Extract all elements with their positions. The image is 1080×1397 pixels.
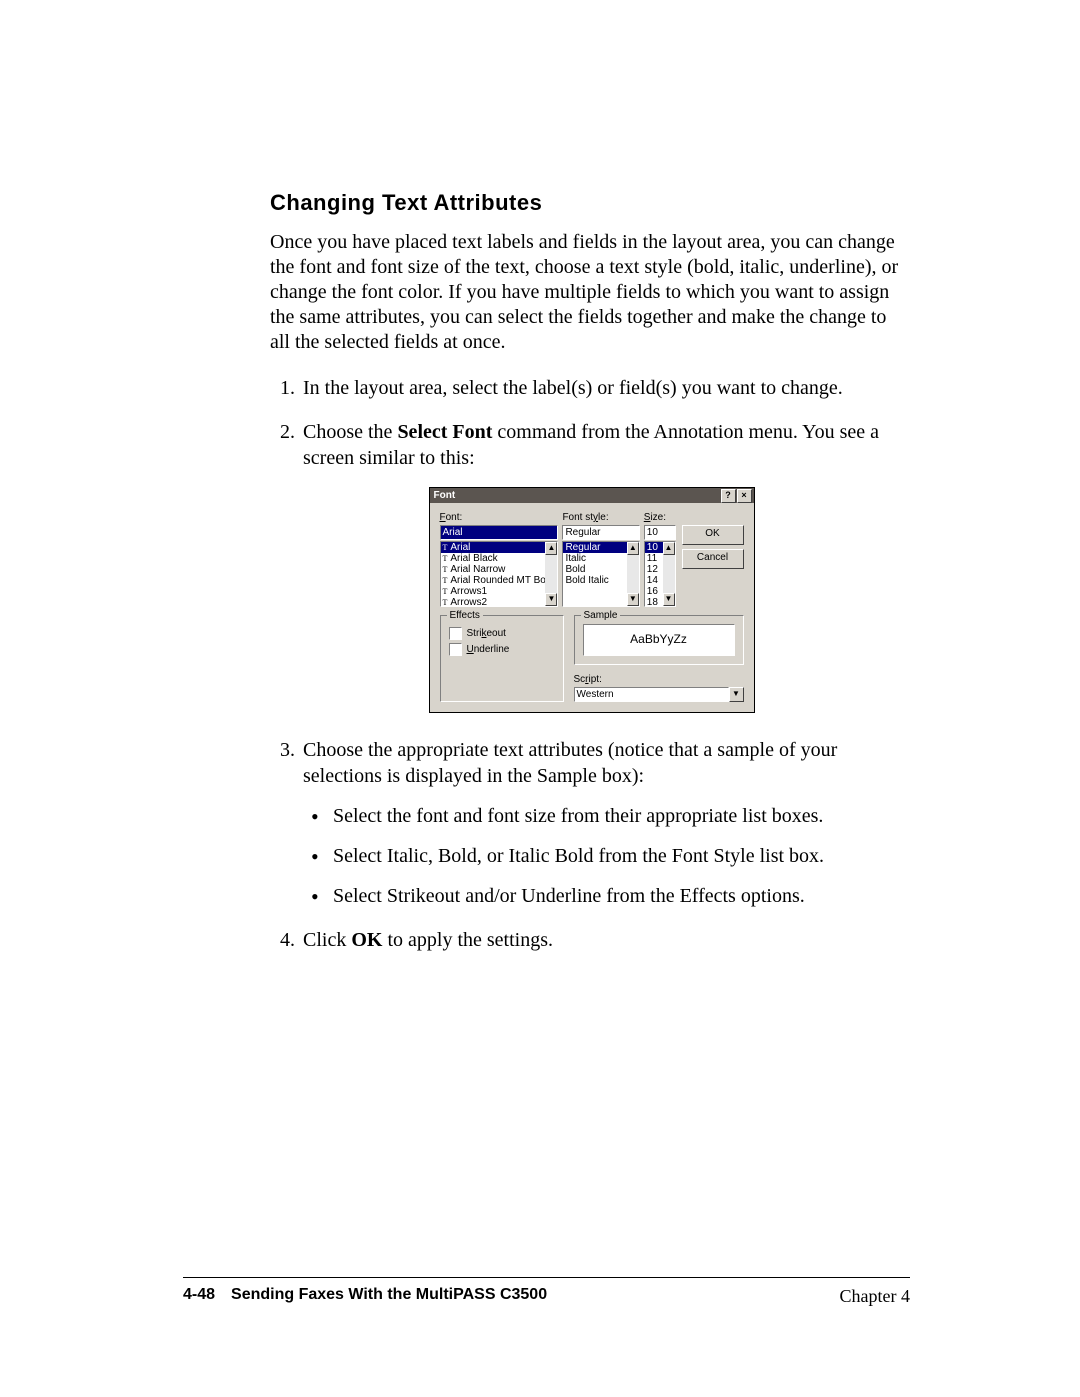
cancel-button[interactable]: Cancel: [682, 549, 744, 569]
scrollbar[interactable]: ▲ ▼: [627, 542, 639, 606]
chevron-down-icon[interactable]: ▼: [729, 687, 744, 702]
step-1: In the layout area, select the label(s) …: [300, 375, 910, 401]
page-footer: 4-48 Sending Faxes With the MultiPASS C3…: [183, 1277, 910, 1307]
chapter-label: Chapter 4: [840, 1286, 910, 1307]
step-4-pre: Click: [303, 929, 351, 951]
effects-group: Effects Strikeout Underline: [440, 615, 564, 702]
font-item[interactable]: Arrows1: [450, 586, 487, 597]
scrollbar[interactable]: ▲ ▼: [545, 542, 557, 606]
font-listbox[interactable]: TArial TArial Black TArial Narrow TArial…: [440, 541, 559, 607]
checkbox-icon[interactable]: [449, 627, 462, 640]
sample-group: Sample AaBbYyZz: [574, 615, 744, 665]
style-item[interactable]: Bold Italic: [565, 575, 608, 586]
bullet-item: Select Strikeout and/or Underline from t…: [333, 883, 910, 909]
steps-list: In the layout area, select the label(s) …: [270, 375, 910, 953]
step-2-pre: Choose the: [303, 421, 397, 443]
scroll-up-icon[interactable]: ▲: [627, 542, 639, 555]
step-3: Choose the appropriate text attributes (…: [300, 737, 910, 909]
step-4-post: to apply the settings.: [382, 929, 553, 951]
font-dialog-screenshot: Font ? × Font: Arial TArial: [273, 487, 910, 713]
bullet-item: Select Italic, Bold, or Italic Bold from…: [333, 843, 910, 869]
size-label: Size:: [644, 511, 676, 524]
style-item[interactable]: Italic: [565, 553, 586, 564]
ok-button[interactable]: OK: [682, 525, 744, 545]
scroll-down-icon[interactable]: ▼: [545, 593, 557, 606]
help-icon[interactable]: ?: [721, 489, 736, 503]
font-item[interactable]: Arial Black: [450, 553, 497, 564]
step-2-bold: Select Font: [397, 421, 492, 443]
step-3-text: Choose the appropriate text attributes (…: [303, 739, 837, 787]
font-item[interactable]: Arial: [450, 542, 470, 553]
style-label: Font style:: [562, 511, 639, 524]
sample-preview: AaBbYyZz: [583, 624, 735, 656]
effects-label: Effects: [447, 609, 483, 622]
close-icon[interactable]: ×: [737, 489, 752, 503]
style-listbox[interactable]: Regular Italic Bold Bold Italic ▲ ▼: [562, 541, 639, 607]
size-input[interactable]: 10: [644, 525, 676, 540]
size-item[interactable]: 18: [647, 597, 658, 607]
footer-title: Sending Faxes With the MultiPASS C3500: [231, 1286, 839, 1307]
sample-label: Sample: [581, 609, 621, 622]
scroll-up-icon[interactable]: ▲: [545, 542, 557, 555]
style-item[interactable]: Regular: [565, 542, 600, 553]
script-combo[interactable]: Western: [574, 687, 729, 702]
bullet-item: Select the font and font size from their…: [333, 803, 910, 829]
dialog-body: Font: Arial TArial TArial Black TArial N…: [430, 503, 754, 712]
size-item[interactable]: 14: [647, 575, 658, 586]
size-item[interactable]: 16: [647, 586, 658, 597]
dialog-titlebar: Font ? ×: [430, 488, 754, 503]
step-4-bold: OK: [351, 929, 382, 951]
scroll-down-icon[interactable]: ▼: [663, 593, 675, 606]
manual-page: Changing Text Attributes Once you have p…: [0, 0, 1080, 1397]
step-4: Click OK to apply the settings.: [300, 927, 910, 953]
step-2: Choose the Select Font command from the …: [300, 419, 910, 713]
size-item[interactable]: 12: [647, 564, 658, 575]
dialog-title: Font: [434, 489, 720, 502]
scroll-down-icon[interactable]: ▼: [627, 593, 639, 606]
size-item[interactable]: 11: [647, 553, 657, 564]
script-label: Script:: [574, 673, 744, 686]
scrollbar[interactable]: ▲ ▼: [663, 542, 675, 606]
style-input[interactable]: Regular: [562, 525, 639, 540]
font-dialog: Font ? × Font: Arial TArial: [429, 487, 755, 713]
font-item[interactable]: Arrows2: [450, 597, 487, 607]
section-heading: Changing Text Attributes: [270, 190, 910, 216]
font-input[interactable]: Arial: [440, 525, 559, 540]
strikeout-checkbox[interactable]: Strikeout: [449, 627, 555, 640]
size-listbox[interactable]: 10 11 12 14 16 18 20 ▲: [644, 541, 676, 607]
font-label: Font:: [440, 511, 559, 524]
intro-paragraph: Once you have placed text labels and fie…: [270, 230, 910, 355]
scroll-up-icon[interactable]: ▲: [663, 542, 675, 555]
font-item[interactable]: Arial Narrow: [450, 564, 505, 575]
checkbox-icon[interactable]: [449, 643, 462, 656]
page-number: 4-48: [183, 1286, 215, 1307]
truetype-icon: T: [443, 542, 448, 553]
font-item[interactable]: Arial Rounded MT Bold: [450, 575, 553, 586]
underline-checkbox[interactable]: Underline: [449, 643, 555, 656]
style-item[interactable]: Bold: [565, 564, 585, 575]
size-item[interactable]: 10: [647, 542, 658, 553]
